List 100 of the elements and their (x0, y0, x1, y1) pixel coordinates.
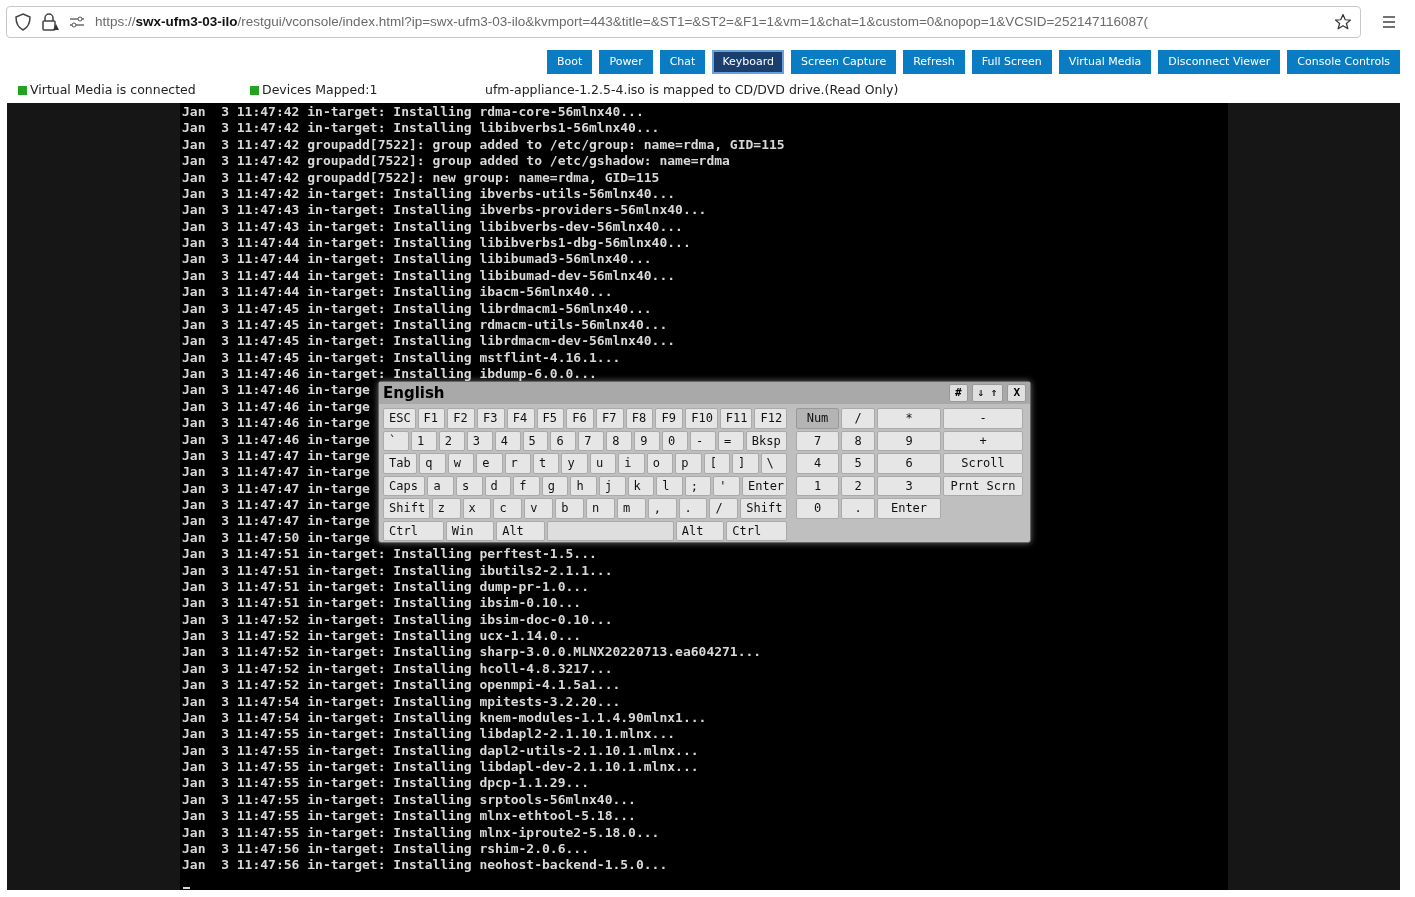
key-cap[interactable]: Enter (741, 475, 788, 496)
key-cap[interactable]: w (447, 453, 475, 474)
key-cap[interactable]: Ctrl (726, 520, 787, 541)
shield-icon[interactable] (15, 13, 31, 31)
numpad-key[interactable]: Scroll (943, 453, 1023, 474)
key-cap[interactable]: F3 (477, 408, 505, 429)
numpad-key[interactable]: 8 (841, 430, 875, 451)
key-cap[interactable]: e (476, 453, 503, 474)
key-cap[interactable]: a (427, 475, 454, 496)
key-cap[interactable]: ` (383, 430, 409, 451)
numpad-key[interactable]: 9 (877, 430, 941, 451)
key-cap[interactable]: x (462, 498, 492, 519)
numpad-key[interactable]: 0 (796, 498, 839, 519)
key-cap[interactable]: i (618, 453, 645, 474)
key-cap[interactable]: F7 (596, 408, 624, 429)
key-cap[interactable]: F2 (447, 408, 476, 429)
key-cap[interactable]: o (646, 453, 674, 474)
key-cap[interactable]: Shift (383, 498, 430, 519)
key-cap[interactable]: , (647, 498, 677, 519)
key-cap[interactable]: t (533, 453, 560, 474)
key-cap[interactable]: 4 (494, 430, 521, 451)
key-cap[interactable]: [ (703, 453, 731, 474)
toolbar-button[interactable]: Boot (547, 50, 593, 74)
key-cap[interactable]: 5 (522, 430, 549, 451)
key-cap[interactable]: 3 (466, 430, 493, 451)
numpad-key[interactable]: Num (796, 408, 839, 429)
key-cap[interactable]: 2 (438, 430, 465, 451)
key-cap[interactable]: F1 (417, 408, 446, 429)
key-cap[interactable]: 7 (578, 430, 605, 451)
key-cap[interactable]: j (599, 475, 626, 496)
key-cap[interactable]: 9 (634, 430, 661, 451)
key-cap[interactable]: c (493, 498, 523, 519)
numpad-key[interactable]: 7 (796, 430, 839, 451)
key-cap[interactable]: F5 (536, 408, 565, 429)
keyboard-header-button[interactable]: X (1007, 384, 1026, 402)
key-cap[interactable]: u (589, 453, 617, 474)
key-cap[interactable]: k (627, 475, 655, 496)
key-cap[interactable]: ESC (383, 408, 416, 429)
key-cap[interactable]: \ (760, 453, 787, 474)
numpad-key[interactable]: 6 (877, 453, 941, 474)
key-cap[interactable]: 8 (606, 430, 633, 451)
url-bar[interactable]: https://swx-ufm3-03-ilo/restgui/vconsole/index.html?ip=swx-ufm3-03-ilo&kvmport=443&title=&ST1=&ST2=&F1=1&vm=1&chat=1&custom=0&nopop=1&VCSID=252147116087( (6, 6, 1361, 38)
toolbar-button[interactable]: Chat (659, 50, 706, 74)
key-cap[interactable]: r (504, 453, 532, 474)
numpad-key[interactable]: 4 (796, 453, 839, 474)
numpad-key[interactable]: 3 (877, 475, 941, 496)
toolbar-button[interactable]: Refresh (903, 50, 965, 74)
key-cap[interactable]: Shift (740, 498, 788, 519)
key-cap[interactable]: Win (445, 520, 495, 541)
key-cap[interactable]: F6 (566, 408, 594, 429)
toolbar-button[interactable]: Disconnect Viewer (1158, 50, 1281, 74)
key-cap[interactable]: Caps (383, 475, 426, 496)
key-cap[interactable]: F12 (754, 408, 788, 429)
key-cap[interactable]: Tab (383, 453, 418, 474)
key-cap[interactable]: l (656, 475, 683, 496)
key-cap[interactable]: 1 (410, 430, 437, 451)
numpad-key[interactable]: / (841, 408, 875, 429)
key-cap[interactable]: Alt (496, 520, 545, 541)
toolbar-button[interactable]: Screen Capture (791, 50, 897, 74)
key-cap[interactable]: Alt (675, 520, 725, 541)
permissions-icon[interactable] (69, 15, 85, 29)
key-cap[interactable]: ' (713, 475, 740, 496)
key-cap[interactable]: 6 (550, 430, 577, 451)
key-cap[interactable]: m (616, 498, 646, 519)
key-cap[interactable]: F10 (685, 408, 718, 429)
star-icon[interactable] (1334, 13, 1352, 31)
toolbar-button[interactable]: Full Screen (971, 50, 1052, 74)
numpad-key[interactable]: - (943, 408, 1023, 429)
numpad-key[interactable]: 2 (841, 475, 875, 496)
key-cap[interactable]: f (513, 475, 540, 496)
key-cap[interactable]: / (709, 498, 739, 519)
key-cap[interactable]: F8 (625, 408, 654, 429)
key-cap[interactable]: = (717, 430, 744, 451)
key-cap[interactable]: Ctrl (383, 520, 444, 541)
console-screen[interactable] (7, 103, 1400, 890)
key-cap[interactable]: q (419, 453, 446, 474)
numpad-key[interactable]: Prnt Scrn (943, 475, 1023, 496)
key-cap[interactable]: g (541, 475, 569, 496)
key-cap[interactable]: d (484, 475, 512, 496)
key-cap[interactable]: ] (732, 453, 759, 474)
key-cap[interactable]: F4 (506, 408, 535, 429)
toolbar-button[interactable]: Console Controls (1287, 50, 1400, 74)
key-cap[interactable]: Bksp (745, 430, 787, 451)
key-cap[interactable]: y (561, 453, 588, 474)
toolbar-button[interactable]: Power (599, 50, 653, 74)
toolbar-button[interactable]: Keyboard (712, 50, 785, 74)
key-cap[interactable]: ; (684, 475, 712, 496)
keyboard-header-button[interactable]: # (948, 384, 968, 402)
key-cap[interactable]: p (675, 453, 702, 474)
key-cap[interactable]: s (456, 475, 483, 496)
numpad-key[interactable]: + (943, 430, 1023, 451)
key-cap[interactable]: n (586, 498, 615, 519)
key-cap[interactable]: F9 (655, 408, 684, 429)
lock-warning-icon[interactable] (41, 13, 59, 31)
key-cap[interactable]: v (524, 498, 554, 519)
numpad-key[interactable]: . (841, 498, 875, 519)
key-cap[interactable]: b (555, 498, 584, 519)
key-cap[interactable]: - (689, 430, 716, 451)
numpad-key[interactable]: 1 (796, 475, 839, 496)
numpad-key[interactable]: * (877, 408, 941, 429)
